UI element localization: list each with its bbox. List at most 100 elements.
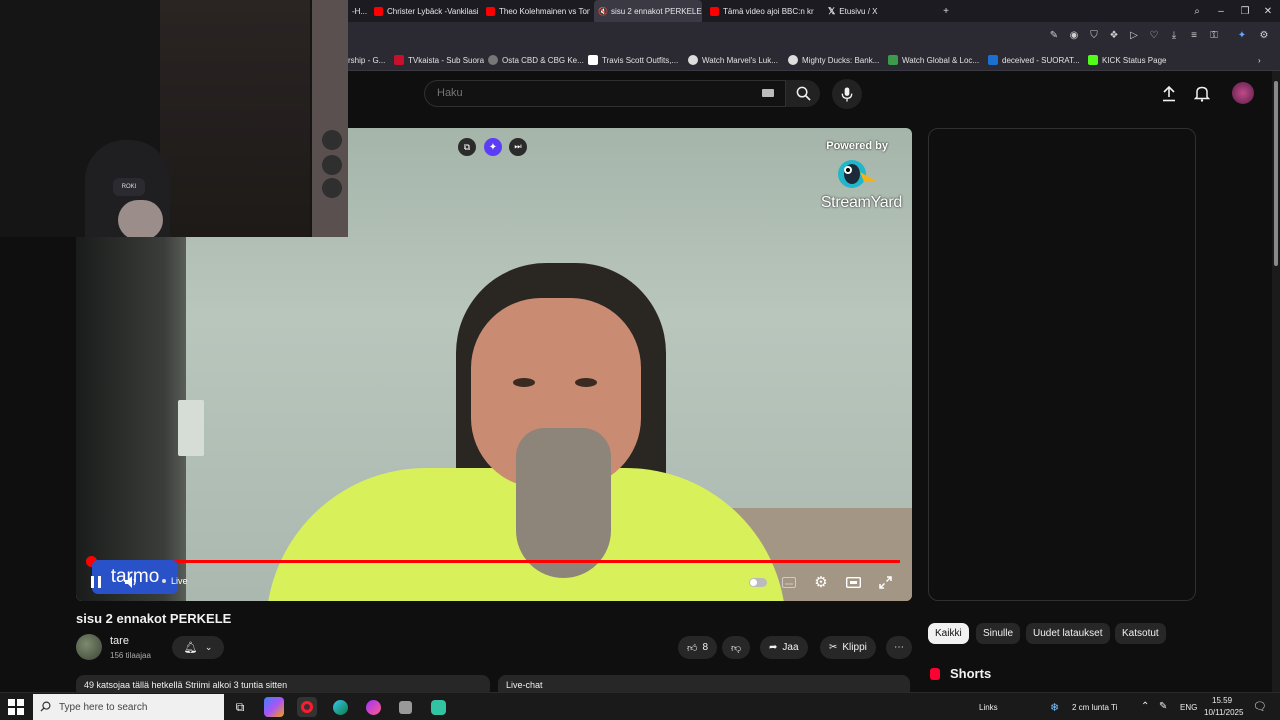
tab-3[interactable]: Theo Kolehmainen vs Toni [482, 0, 590, 22]
links-toolbar[interactable]: Links [979, 703, 998, 712]
bookmark-1[interactable]: rship - G... [348, 49, 385, 71]
lock-icon[interactable]: ⚿ [1208, 29, 1220, 41]
bookmark-6[interactable]: Mighty Ducks: Bank... [788, 49, 879, 71]
play-icon[interactable]: ▷ [1128, 29, 1140, 41]
live-text: Live [171, 576, 188, 586]
notification-center-icon[interactable]: 🗨︎ [1253, 700, 1267, 713]
page-scrollbar[interactable] [1272, 71, 1280, 692]
bookmark-7[interactable]: Watch Global & Loc... [888, 49, 979, 71]
subscription-bell-button[interactable]: 🔔︎ ⌄ [172, 636, 224, 659]
copilot-icon[interactable] [264, 697, 284, 717]
channel-name[interactable]: tare [110, 635, 129, 647]
pinned-app-icon[interactable]: ✦ [1236, 29, 1248, 41]
camera-icon[interactable]: ◉ [1068, 29, 1080, 41]
video-frame-beard [516, 428, 611, 578]
skip-button[interactable]: ⏭ [509, 138, 527, 156]
webcam-control-1[interactable] [322, 130, 342, 150]
clock-time[interactable]: 15.59 [1212, 696, 1232, 705]
pause-button[interactable] [86, 572, 106, 592]
bookmark-5[interactable]: Watch Marvel's Luk... [688, 49, 778, 71]
bookmark-4[interactable]: Travis Scott Outfits,... [588, 49, 678, 71]
bookmark-icon [788, 55, 798, 65]
app-icon[interactable] [395, 697, 415, 717]
search-input[interactable] [437, 87, 757, 99]
bookmark-label: rship - G... [348, 55, 386, 65]
chip-uudet-lataukset[interactable]: Uudet lataukset [1026, 623, 1110, 644]
scrollbar-thumb[interactable] [1274, 81, 1278, 266]
progress-fill [88, 560, 900, 563]
notifications-bell-icon[interactable] [1193, 85, 1211, 107]
webcam-control-3[interactable] [322, 178, 342, 198]
chip-katsotut[interactable]: Katsotut [1115, 623, 1166, 644]
fullscreen-button[interactable] [875, 572, 895, 592]
opera-gx-icon[interactable] [297, 697, 317, 717]
bookmarks-overflow-icon[interactable]: › [1258, 49, 1261, 71]
messenger-icon[interactable] [363, 697, 383, 717]
bookmark-label: Watch Marvel's Luk... [702, 55, 778, 65]
task-view-icon[interactable]: ⧉ [230, 697, 250, 717]
extension-icon[interactable]: ❖ [1108, 29, 1120, 41]
pen-icon[interactable]: ✎ [1159, 701, 1167, 712]
new-tab-button[interactable]: + [934, 0, 958, 22]
chip-kaikki[interactable]: Kaikki [928, 623, 969, 644]
voice-search-button[interactable] [832, 79, 862, 109]
restore-button[interactable]: ❐ [1233, 0, 1257, 22]
live-indicator[interactable]: Live [162, 576, 188, 586]
streamlabs-icon[interactable] [428, 697, 448, 717]
tab-5[interactable]: Tämä video ajoi BBC:n kri [706, 0, 814, 22]
minimize-button[interactable]: – [1209, 0, 1233, 22]
youtube-icon [486, 6, 495, 16]
tab-1[interactable]: -H... [348, 0, 370, 22]
taskbar-search-box[interactable]: Type here to search [33, 694, 224, 720]
keyboard-icon[interactable] [762, 89, 774, 97]
search-tabs-icon[interactable]: ⌕ [1185, 0, 1209, 22]
settings-icon[interactable]: ⚙ [1258, 29, 1270, 41]
input-language[interactable]: ENG [1180, 703, 1197, 712]
heart-icon[interactable]: ♡ [1148, 29, 1160, 41]
autoplay-toggle[interactable] [748, 572, 768, 592]
theater-mode-button[interactable] [843, 572, 863, 592]
clip-button[interactable]: ✂ Klippi [820, 636, 876, 659]
edit-icon[interactable]: ✎ [1048, 29, 1060, 41]
webcam-control-2[interactable] [322, 155, 342, 175]
bookmark-label: deceived - SUORAT... [1002, 55, 1080, 65]
ai-enhance-button[interactable]: ✦ [484, 138, 502, 156]
bookmark-2[interactable]: TVkaista - Sub Suora [394, 49, 484, 71]
taskbar: Type here to search ⧉ Links ❄ 2 cm lunta… [0, 692, 1280, 720]
tab-6[interactable]: 𝕏 Etusivu / X [824, 0, 932, 22]
copy-frame-button[interactable]: ⧉ [458, 138, 476, 156]
bookmark-8[interactable]: deceived - SUORAT... [988, 49, 1080, 71]
kick-icon [1088, 55, 1098, 65]
windows-start-icon[interactable] [8, 699, 24, 715]
volume-button[interactable] [122, 572, 142, 592]
subscriber-count: 156 tilaajaa [110, 651, 151, 660]
like-button[interactable]: 👍︎ 8 [678, 636, 718, 659]
subtitles-button[interactable] [779, 572, 799, 592]
user-avatar[interactable] [1232, 82, 1254, 104]
search-box[interactable] [424, 80, 786, 107]
chevron-down-icon: ⌄ [204, 642, 213, 652]
tray-chevron-icon[interactable]: ⌃ [1141, 701, 1149, 712]
chip-sinulle[interactable]: Sinulle [976, 623, 1021, 644]
progress-bar[interactable] [88, 560, 900, 563]
shield-icon[interactable]: ⛉ [1088, 29, 1100, 41]
channel-avatar[interactable] [76, 634, 102, 660]
close-window-button[interactable]: ✕ [1256, 0, 1280, 22]
dislike-button[interactable]: 👎︎ [722, 636, 751, 659]
tab-4-active[interactable]: 🔇 sisu 2 ennakot PERKELE [594, 0, 702, 22]
bookmark-9[interactable]: KICK Status Page [1088, 49, 1166, 71]
settings-button[interactable]: ⚙ [811, 572, 831, 592]
share-button[interactable]: ➦ Jaa [760, 636, 808, 659]
pause-icon [91, 576, 101, 588]
download-icon[interactable]: ⤓ [1168, 29, 1180, 41]
menu-icon[interactable]: ≡ [1188, 29, 1200, 41]
weather-text[interactable]: 2 cm lunta Ti [1072, 703, 1117, 712]
search-button[interactable] [786, 80, 820, 107]
more-actions-button[interactable]: ⋯ [886, 636, 912, 659]
clock-date[interactable]: 10/11/2025 [1204, 708, 1243, 717]
edge-icon[interactable] [330, 697, 350, 717]
upload-icon[interactable] [1161, 85, 1177, 107]
tab-2[interactable]: Christer Lybäck -Vankilasi [370, 0, 478, 22]
bookmark-3[interactable]: Osta CBD & CBG Ke... [488, 49, 584, 71]
tab-label: -H... [352, 6, 368, 16]
